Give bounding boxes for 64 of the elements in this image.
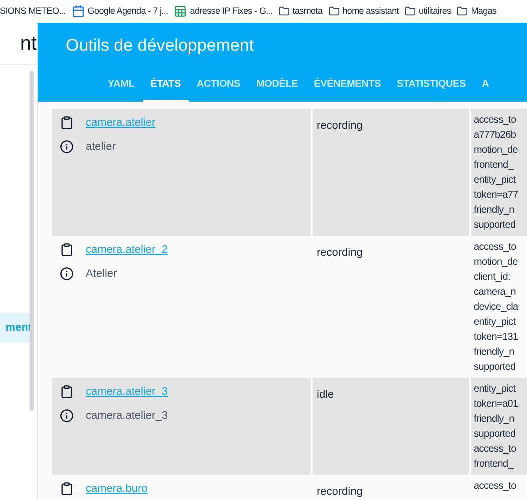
entity-link[interactable]: camera.atelier_3	[86, 384, 168, 400]
attribute-text: supported	[474, 428, 517, 442]
attribute-text: access_to	[474, 241, 518, 255]
info-icon[interactable]	[60, 266, 74, 281]
attribute-text: motion_de	[474, 256, 519, 270]
info-icon[interactable]	[60, 140, 74, 154]
bookmark-link[interactable]: adresse IP Fixes - G...	[174, 4, 273, 18]
state-text: recording	[317, 486, 363, 498]
bookmark-link[interactable]: utilitaires	[405, 4, 452, 18]
attribute-text: supported	[474, 361, 517, 375]
entity-name: Atelier	[86, 266, 118, 282]
tab[interactable]: MODÈLE	[248, 68, 306, 102]
tab[interactable]: ÉTATS	[142, 68, 189, 102]
attribute-text: a777b26b	[474, 129, 518, 143]
folder-icon	[405, 6, 416, 17]
attribute-text: token=131	[474, 331, 520, 345]
state-text: recording	[317, 247, 363, 259]
attribute-text: friendly_n	[474, 346, 516, 360]
folder-icon	[457, 6, 468, 17]
entity-link[interactable]: camera.buro	[86, 481, 148, 498]
entity-link[interactable]: camera.atelier_2	[86, 242, 168, 258]
attribute-text: access_to	[474, 480, 518, 494]
attribute-text: token=a01	[474, 398, 520, 412]
attribute-text: supported	[474, 219, 517, 233]
attribute-text: motion_de	[474, 144, 519, 158]
attribute-text: frontend_	[474, 159, 515, 173]
folder-icon	[328, 6, 340, 17]
attribute-text: token=a77	[474, 189, 520, 203]
attribute-text: client_id:	[474, 271, 512, 285]
spreadsheet-icon	[174, 5, 188, 18]
attribute-text: entity_pict	[474, 316, 517, 330]
bookmark-link[interactable]: home assistant	[328, 4, 400, 18]
copy-icon[interactable]	[60, 385, 74, 400]
copy-icon[interactable]	[60, 243, 74, 258]
info-icon[interactable]	[60, 408, 74, 423]
attribute-text: camera_n	[474, 286, 518, 300]
tab[interactable]: A	[474, 68, 497, 102]
attribute-text: friendly_n	[474, 413, 516, 427]
tab[interactable]: STATISTIQUES	[389, 68, 474, 102]
attribute-text: access_to	[474, 114, 518, 128]
attribute-text: frontend_	[474, 458, 515, 472]
attribute-text: friendly_n	[474, 204, 516, 218]
folder-icon	[278, 6, 290, 17]
state-text: recording	[317, 120, 363, 132]
page-title: Outils de développement	[66, 34, 254, 57]
calendar-icon	[72, 5, 85, 18]
state-text: idle	[317, 389, 334, 401]
bookmark-link[interactable]: SIONS METEO...	[0, 4, 66, 18]
bookmark-link[interactable]: Google Agenda - 7 j...	[72, 4, 168, 18]
tab[interactable]: YAML	[100, 68, 143, 102]
attribute-text: access_to	[474, 443, 518, 457]
copy-icon[interactable]	[60, 116, 74, 130]
tab[interactable]: ÉVÉNEMENTS	[306, 68, 390, 102]
bookmark-link[interactable]: Magas	[457, 4, 497, 18]
entity-name: camera.atelier_3	[86, 408, 168, 424]
attribute-text: entity_pict	[474, 383, 517, 397]
entity-name: atelier	[86, 140, 116, 154]
attribute-text: entity_pict	[474, 174, 517, 188]
copy-icon[interactable]	[60, 482, 74, 496]
tab[interactable]: ACTIONS	[188, 68, 249, 102]
sidebar-title: nt	[20, 32, 37, 56]
attribute-text: device_cla	[474, 301, 520, 315]
bookmark-link[interactable]: tasmota	[278, 4, 323, 18]
entity-link[interactable]: camera.atelier	[86, 115, 156, 132]
